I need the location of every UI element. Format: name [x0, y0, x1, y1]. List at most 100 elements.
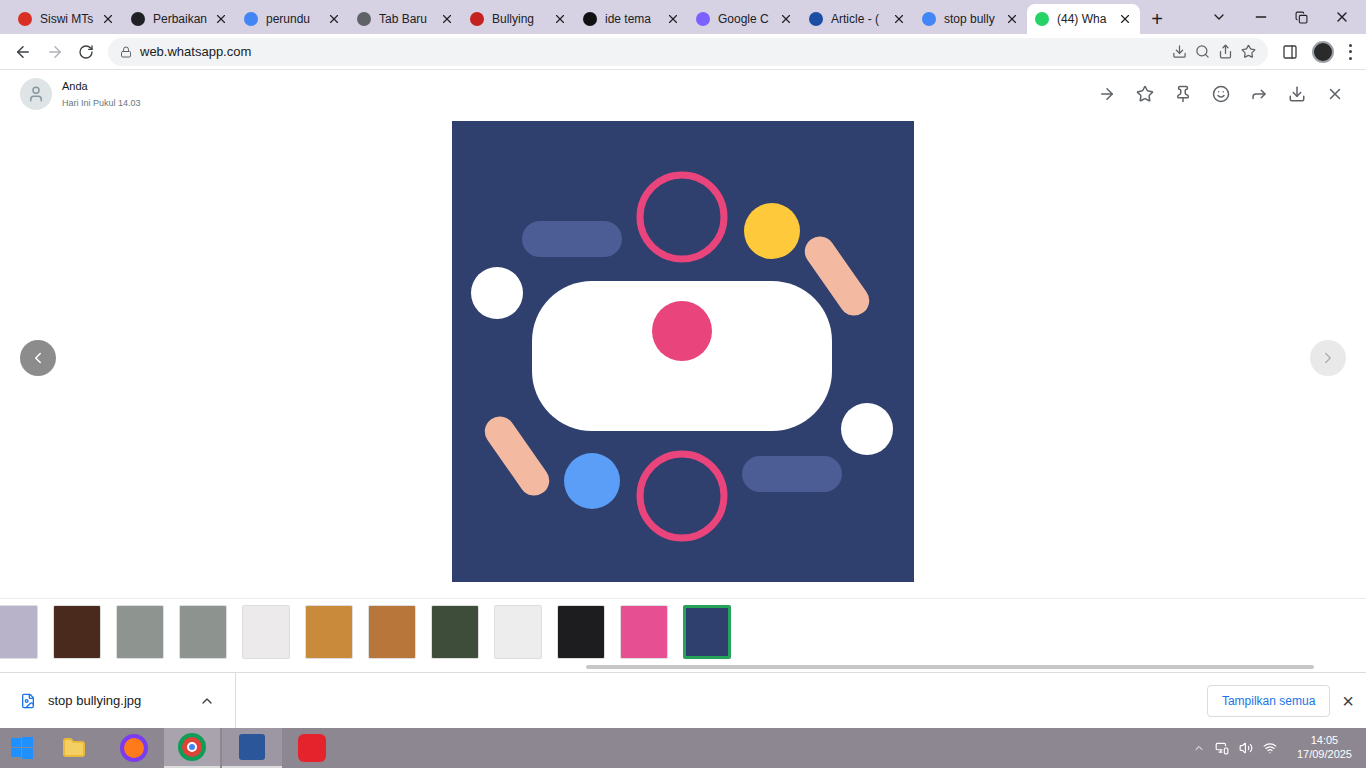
close-tab-icon[interactable] — [1118, 12, 1132, 26]
next-button[interactable] — [1310, 340, 1346, 376]
thumbnail-strip — [0, 598, 1366, 672]
tab-label: Bullying — [492, 10, 545, 28]
tab-search-icon[interactable] — [1211, 9, 1227, 25]
url: web.whatsapp.com — [140, 42, 251, 62]
clock-date: 17/09/2025 — [1297, 748, 1352, 762]
download-item[interactable]: stop bullying.jpg — [0, 673, 236, 728]
download-options-icon[interactable] — [199, 693, 215, 709]
thumbnail[interactable] — [683, 605, 731, 659]
thumbnail[interactable] — [494, 605, 542, 659]
browser-tab[interactable]: ide tema — [575, 4, 688, 34]
close-tab-icon[interactable] — [892, 12, 906, 26]
thumbnail[interactable] — [305, 605, 353, 659]
favicon-icon — [1035, 12, 1049, 26]
lock-icon — [120, 46, 132, 58]
viewer-header: AndaHari Ini Pukul 14.03 — [0, 70, 1366, 118]
close-tab-icon[interactable] — [101, 12, 115, 26]
minimize-icon[interactable] — [1253, 9, 1269, 25]
new-tab-button[interactable]: + — [1140, 4, 1174, 34]
tab-label: Tab Baru — [379, 10, 432, 28]
pin-icon[interactable] — [1174, 85, 1192, 103]
favicon-icon — [131, 12, 145, 26]
favicon-icon — [809, 12, 823, 26]
address-bar[interactable]: web.whatsapp.com — [108, 38, 1268, 66]
word-button[interactable] — [222, 728, 282, 768]
close-tab-icon[interactable] — [440, 12, 454, 26]
download-icon[interactable] — [1288, 85, 1306, 103]
close-tab-icon[interactable] — [779, 12, 793, 26]
device-icon[interactable] — [1215, 741, 1229, 755]
close-tab-icon[interactable] — [553, 12, 567, 26]
install-icon[interactable] — [1172, 44, 1187, 59]
illustration-icon — [452, 121, 914, 582]
show-all-button[interactable]: Tampilkan semua — [1207, 685, 1330, 717]
browser-tab[interactable]: Perbaikan — [123, 4, 236, 34]
tab-label: stop bully — [944, 10, 997, 28]
volume-icon[interactable] — [1239, 741, 1253, 755]
clock[interactable]: 14:0517/09/2025 — [1297, 734, 1352, 762]
tab-label: Article - ( — [831, 10, 884, 28]
browser-tab[interactable]: Article - ( — [801, 4, 914, 34]
star-icon[interactable] — [1136, 85, 1154, 103]
tab-strip: Siswi MTsPerbaikanperundu Tab Baru Bullyin… — [0, 0, 1366, 34]
reload-icon[interactable] — [78, 44, 94, 60]
previous-button[interactable] — [20, 340, 56, 376]
browser-tab[interactable]: Tab Baru — [349, 4, 462, 34]
toolbar: web.whatsapp.com — [0, 34, 1366, 70]
thumbnail[interactable] — [179, 605, 227, 659]
wps-button[interactable] — [282, 728, 342, 768]
browser-tab[interactable]: stop bully — [914, 4, 1027, 34]
tab-label: Google C — [718, 10, 771, 28]
folder-icon — [60, 736, 88, 760]
go-to-message-icon[interactable] — [1098, 85, 1116, 103]
close-window-icon[interactable] — [1334, 9, 1350, 25]
explorer-button[interactable] — [44, 728, 104, 768]
thumbnail[interactable] — [116, 605, 164, 659]
clock-time: 14:05 — [1311, 734, 1339, 748]
browser-tab[interactable]: perundu — [236, 4, 349, 34]
side-panel-icon[interactable] — [1282, 44, 1298, 60]
wps-icon — [298, 734, 326, 762]
close-viewer-icon[interactable] — [1326, 85, 1344, 103]
chrome-button[interactable] — [164, 728, 220, 768]
thumbnail[interactable] — [53, 605, 101, 659]
back-icon[interactable] — [14, 43, 32, 61]
thumbnail[interactable] — [431, 605, 479, 659]
close-tab-icon[interactable] — [214, 12, 228, 26]
zoom-icon[interactable] — [1195, 44, 1210, 59]
bookmark-icon[interactable] — [1241, 44, 1256, 59]
close-tab-icon[interactable] — [1005, 12, 1019, 26]
react-icon[interactable] — [1212, 85, 1230, 103]
thumbnail[interactable] — [368, 605, 416, 659]
forward-icon[interactable] — [46, 43, 64, 61]
browser-tab[interactable]: (44) Wha — [1027, 4, 1140, 34]
menu-icon[interactable] — [1348, 44, 1352, 60]
favicon-icon — [470, 12, 484, 26]
thumbnail[interactable] — [557, 605, 605, 659]
browser-tab[interactable]: Google C — [688, 4, 801, 34]
firefox-button[interactable] — [104, 728, 164, 768]
forward-message-icon[interactable] — [1250, 85, 1268, 103]
restore-icon[interactable] — [1295, 11, 1308, 24]
close-download-bar[interactable]: × — [1342, 686, 1354, 716]
close-tab-icon[interactable] — [327, 12, 341, 26]
favicon-icon — [357, 12, 371, 26]
browser-tab[interactable]: Bullying — [462, 4, 575, 34]
chrome-icon — [178, 733, 206, 761]
start-button[interactable] — [0, 728, 44, 768]
favicon-icon — [583, 12, 597, 26]
network-icon[interactable] — [1263, 741, 1277, 755]
hidden-icons-icon[interactable] — [1193, 742, 1205, 754]
thumbnail[interactable] — [0, 605, 38, 659]
screen: Siswi MTsPerbaikanperundu Tab Baru Bullyin… — [0, 0, 1366, 768]
close-tab-icon[interactable] — [666, 12, 680, 26]
thumbnail[interactable] — [620, 605, 668, 659]
thumbnail-scrollbar[interactable] — [586, 665, 1314, 669]
word-icon — [239, 734, 265, 760]
browser-tab[interactable]: Siswi MTs — [10, 4, 123, 34]
thumbnail[interactable] — [242, 605, 290, 659]
profile-icon[interactable] — [1312, 41, 1334, 63]
favicon-icon — [244, 12, 258, 26]
share-icon[interactable] — [1218, 44, 1233, 59]
sender-name: Anda — [62, 78, 141, 95]
